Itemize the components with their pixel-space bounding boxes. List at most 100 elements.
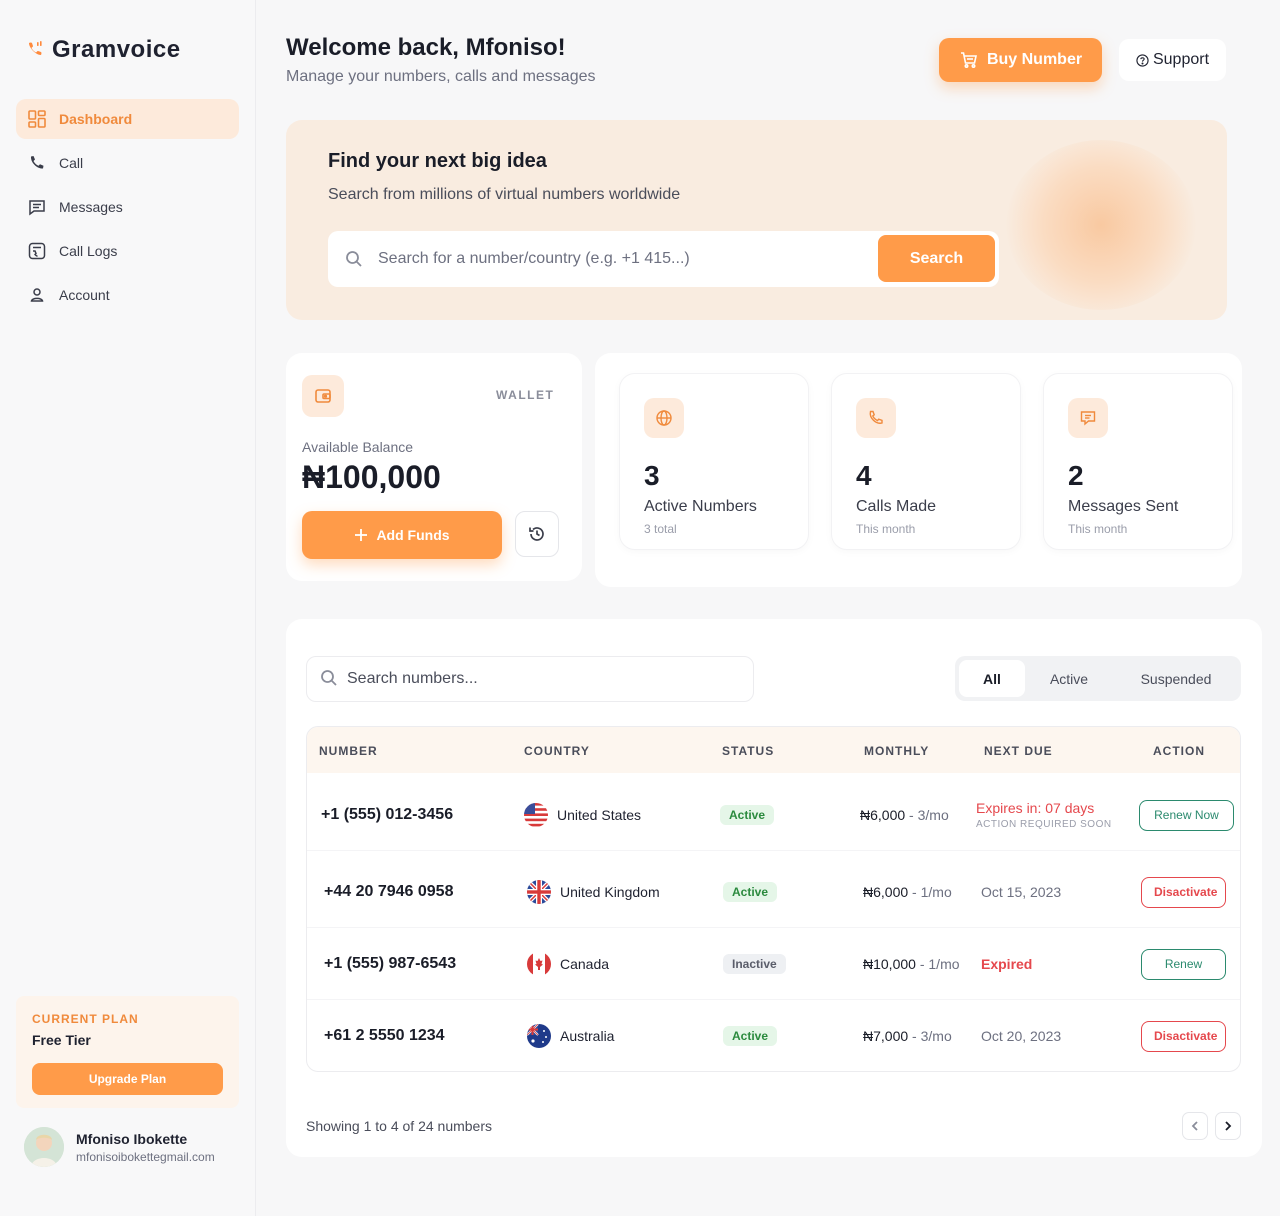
sidebar: Gramvoice Dashboard Call Messages Call L…	[0, 0, 256, 1216]
add-funds-button[interactable]: Add Funds	[302, 511, 502, 559]
balance-value: ₦100,000	[302, 459, 441, 495]
tab-active[interactable]: Active	[1031, 660, 1107, 697]
table-row: +1 (555) 987-6543 Canada Inactive ₦10,00…	[307, 928, 1240, 1000]
sidebar-item-label: Call Logs	[59, 243, 118, 259]
country-cell: United Kingdom	[527, 856, 660, 928]
sidebar-item-account[interactable]: Account	[16, 275, 239, 315]
stat-value: 3	[644, 460, 660, 491]
monthly-price: ₦6,000	[863, 884, 909, 900]
due-warning: ACTION REQUIRED SOON	[976, 819, 1112, 830]
phone-number: +44 20 7946 0958	[324, 883, 454, 900]
next-due: Oct 20, 2023	[981, 1028, 1062, 1044]
page-title: Welcome back, Mfoniso!	[286, 34, 566, 61]
stat-sub: This month	[856, 522, 916, 536]
next-due-cell: Expired	[981, 928, 1032, 1000]
support-button[interactable]: Support	[1119, 39, 1226, 81]
renew-now-button[interactable]: Renew Now	[1139, 799, 1234, 831]
balance-label: Available Balance	[302, 439, 414, 455]
stats-panel: 3 Active Numbers 3 total 4 Calls Made Th…	[595, 353, 1242, 587]
sidebar-item-messages[interactable]: Messages	[16, 187, 239, 227]
buy-number-button[interactable]: Buy Number	[939, 38, 1102, 82]
stat-sub: This month	[1068, 522, 1128, 536]
chevron-left-icon	[1191, 1121, 1198, 1131]
search-icon	[346, 251, 362, 267]
phone-logo-icon	[29, 41, 42, 55]
tab-all[interactable]: All	[959, 660, 1025, 697]
disactivate-button[interactable]: Disactivate	[1141, 876, 1226, 908]
disactivate-button[interactable]: Disactivate	[1141, 1020, 1226, 1052]
column-header: ACTION	[1153, 744, 1205, 758]
numbers-search-input[interactable]	[347, 657, 747, 701]
us-flag-icon	[524, 803, 548, 827]
status-badge: Active	[723, 882, 778, 902]
stat-card-calls-made: 4 Calls Made This month	[831, 373, 1021, 550]
status-badge: Active	[720, 805, 775, 825]
column-header: NEXT DUE	[984, 744, 1053, 758]
status-cell: Inactive	[723, 928, 786, 1000]
column-header: COUNTRY	[524, 744, 590, 758]
sidebar-item-dashboard[interactable]: Dashboard	[16, 99, 239, 139]
monthly-price: ₦10,000	[863, 956, 916, 972]
chat-icon	[1068, 398, 1108, 438]
country-cell: Canada	[527, 928, 609, 1000]
column-header: NUMBER	[319, 744, 378, 758]
action-cell: Renew Now	[1139, 779, 1234, 851]
country-cell: United States	[524, 779, 641, 851]
pagination-summary: Showing 1 to 4 of 24 numbers	[306, 1118, 493, 1134]
stat-card-messages-sent: 2 Messages Sent This month	[1043, 373, 1233, 550]
stat-value: 2	[1068, 460, 1084, 491]
number-search-input[interactable]	[378, 231, 868, 287]
price-cell: ₦6,000 - 3/mo	[860, 807, 949, 823]
user-profile[interactable]: Mfoniso Ibokette mfonisoibokettegmail.co…	[24, 1127, 215, 1167]
transaction-history-button[interactable]	[515, 511, 559, 557]
canada-flag-icon	[527, 952, 551, 976]
wallet-tag: WALLET	[496, 388, 555, 402]
phone-number: +1 (555) 987-6543	[324, 955, 457, 972]
plan-name: Free Tier	[32, 1032, 91, 1048]
help-circle-icon	[1136, 53, 1149, 67]
stat-card-active-numbers: 3 Active Numbers 3 total	[619, 373, 809, 550]
status-cell: Active	[720, 779, 775, 851]
tab-suspended[interactable]: Suspended	[1119, 660, 1233, 697]
numbers-table: NUMBER COUNTRY STATUS MONTHLY NEXT DUE A…	[306, 726, 1241, 1072]
sidebar-item-label: Dashboard	[59, 111, 133, 127]
support-label: Support	[1152, 51, 1210, 68]
hero-search-bar: Search	[328, 231, 999, 287]
globe-icon	[644, 398, 684, 438]
action-cell: Renew	[1141, 928, 1226, 1000]
sidebar-item-label: Messages	[59, 199, 123, 215]
next-page-button[interactable]	[1215, 1112, 1241, 1140]
hero-subtitle: Search from millions of virtual numbers …	[328, 186, 681, 203]
page-subtitle: Manage your numbers, calls and messages	[286, 68, 596, 85]
search-button[interactable]: Search	[878, 235, 995, 282]
sidebar-item-label: Account	[59, 287, 110, 303]
table-row: +44 20 7946 0958 United Kingdom Active ₦…	[307, 856, 1240, 928]
plan-label: CURRENT PLAN	[32, 1012, 139, 1026]
avatar-illustration-icon	[24, 1127, 64, 1167]
status-filter-tabs: All Active Suspended	[955, 656, 1241, 701]
billing-period: 1/mo	[920, 884, 952, 900]
next-due: Expired	[981, 956, 1033, 972]
uk-flag-icon	[527, 880, 551, 904]
phone-icon	[856, 398, 896, 438]
price-cell: ₦10,000 - 1/mo	[863, 956, 960, 972]
renew-button[interactable]: Renew	[1141, 948, 1226, 980]
monthly-price: ₦7,000	[863, 1028, 909, 1044]
app-logo[interactable]: Gramvoice	[26, 36, 181, 64]
prev-page-button[interactable]	[1182, 1112, 1208, 1140]
country-name: United Kingdom	[560, 884, 660, 900]
upgrade-plan-button[interactable]: Upgrade Plan	[32, 1063, 223, 1095]
next-due: Expires in: 07 days	[976, 800, 1095, 816]
table-header: NUMBER COUNTRY STATUS MONTHLY NEXT DUE A…	[307, 727, 1240, 773]
table-row: +61 2 5550 1234 Australia Active ₦7,000 …	[307, 1000, 1240, 1071]
dashboard-icon	[28, 110, 46, 128]
price-cell: ₦7,000 - 3/mo	[863, 1028, 952, 1044]
next-due-cell: Oct 20, 2023	[981, 1000, 1062, 1071]
sidebar-item-call[interactable]: Call	[16, 143, 239, 183]
history-icon	[529, 527, 544, 541]
wallet-icon	[302, 375, 344, 417]
country-name: United States	[557, 807, 642, 823]
sidebar-item-call-logs[interactable]: Call Logs	[16, 231, 239, 271]
status-cell: Active	[723, 856, 778, 928]
user-email: mfonisoibokettegmail.com	[76, 1149, 215, 1164]
